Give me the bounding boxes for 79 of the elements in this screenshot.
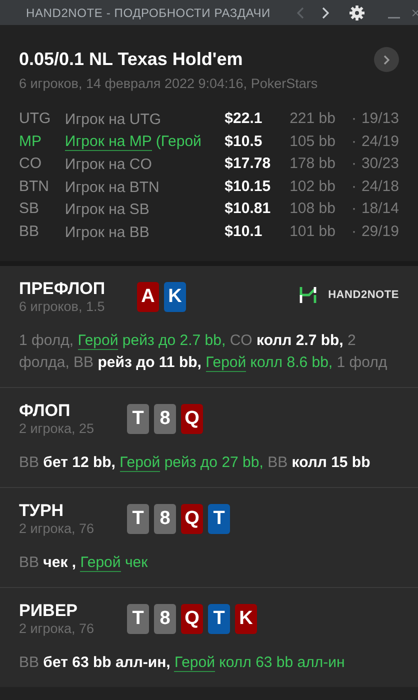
player-stats: 29/19 — [361, 222, 399, 242]
stack-amount: $10.1 — [224, 222, 264, 242]
hero-link[interactable]: Герой — [174, 654, 215, 672]
position-label: BTN — [19, 176, 50, 197]
settings-icon — [349, 4, 366, 20]
action-line: BB бет 12 bb, Герой рейз до 27 bb, BB колл 15 bb — [19, 453, 372, 474]
separator-dot: · — [351, 176, 358, 197]
chevron-right-icon — [383, 54, 390, 64]
playing-card: 8 — [154, 404, 176, 434]
window-title: HAND2NOTE - ПОДРОБНОСТИ РАЗДАЧИ — [26, 4, 270, 22]
separator-dot: · — [351, 154, 358, 174]
hero-link[interactable]: Герой — [78, 332, 118, 350]
position-label: BB — [19, 222, 40, 242]
playing-card: T — [208, 604, 230, 634]
stack-bb: 221 bb — [290, 109, 336, 130]
separator-dot: · — [351, 199, 358, 220]
player-link[interactable]: Игрок на BTN — [64, 178, 160, 196]
playing-card: T — [127, 504, 149, 534]
street-name: ТУРН — [19, 501, 65, 522]
player-link[interactable]: Игрок на BB — [64, 224, 150, 240]
street-name: ФЛОП — [19, 401, 72, 422]
player-link[interactable]: Игрок на MP — [64, 133, 152, 151]
stack-amount: $22.1 — [224, 109, 264, 130]
minimize-icon — [388, 16, 400, 18]
street-info: 6 игроков, 1.5 — [19, 299, 106, 316]
hero-link[interactable]: Герой — [206, 354, 246, 372]
playing-card: 8 — [154, 604, 176, 634]
playing-card: T — [127, 404, 149, 434]
player-link[interactable]: Игрок на SB — [64, 201, 150, 218]
stack-amount: $17.78 — [224, 154, 272, 174]
chevron-right-icon — [321, 6, 330, 18]
playing-card: Q — [181, 404, 203, 434]
separator-dot: · — [351, 222, 358, 242]
settings-button[interactable] — [349, 2, 366, 22]
hand-title: 0.05/0.1 NL Texas Hold'em — [19, 48, 243, 71]
stack-bb: 105 bb — [290, 132, 336, 152]
hero-link[interactable]: Герой — [120, 454, 160, 472]
position-label: SB — [19, 199, 40, 220]
logo: HAND2NOTE — [298, 284, 399, 306]
hero-note: (Герой — [156, 133, 202, 151]
stack-bb: 178 bb — [290, 154, 336, 174]
stack-bb: 101 bb — [290, 222, 336, 242]
stack-amount: $10.81 — [224, 199, 272, 220]
action-line: 1 фолд, Герой рейз до 2.7 bb, CO колл 2.7 bb, 2 фолда, BB рейз до 11 bb, Герой колл 8.6 bb, 1 фолд — [19, 331, 388, 374]
playing-card: T — [208, 504, 230, 534]
player-stats: 24/19 — [361, 132, 399, 152]
player-link[interactable]: Игрок на UTG — [64, 111, 162, 128]
street-info: 2 игрока, 25 — [19, 421, 95, 438]
playing-card: 8 — [154, 504, 176, 534]
player-stats: 30/23 — [361, 154, 399, 174]
position-label: MP — [19, 132, 42, 152]
stack-bb: 102 bb — [290, 176, 336, 197]
playing-card: K — [164, 282, 186, 312]
street-info: 2 игрока, 76 — [19, 521, 95, 538]
stack-amount: $10.5 — [224, 132, 264, 152]
chevron-left-icon — [296, 6, 305, 18]
stack-amount: $10.15 — [224, 176, 272, 197]
player-stats: 18/14 — [361, 199, 399, 220]
separator-dot: · — [351, 132, 358, 152]
playing-card: A — [137, 282, 159, 312]
playing-card: K — [235, 604, 257, 634]
action-line: BB бет 63 bb алл-ин, Герой колл 63 bb алл-ин — [19, 653, 346, 674]
player-stats: 24/18 — [361, 176, 399, 197]
stack-bb: 108 bb — [290, 199, 336, 220]
position-label: UTG — [19, 109, 52, 130]
hero-link[interactable]: Герой — [80, 554, 121, 572]
player-link[interactable]: Игрок на CO — [64, 156, 152, 173]
playing-card: Q — [181, 504, 203, 534]
open-button[interactable] — [374, 47, 399, 72]
hand-subtitle: 6 игроков, 14 февраля 2022 9:04:16, PokerStars — [19, 75, 319, 93]
action-line: BB чек , Герой чек — [19, 553, 149, 574]
position-label: CO — [19, 154, 42, 174]
street-name: РИВЕР — [19, 601, 79, 622]
separator-dot: · — [351, 109, 358, 130]
playing-card: T — [127, 604, 149, 634]
street-name: ПРЕФЛОП — [19, 279, 106, 300]
player-stats: 19/13 — [361, 109, 399, 130]
street-info: 2 игрока, 76 — [19, 621, 95, 638]
playing-card: Q — [181, 604, 203, 634]
